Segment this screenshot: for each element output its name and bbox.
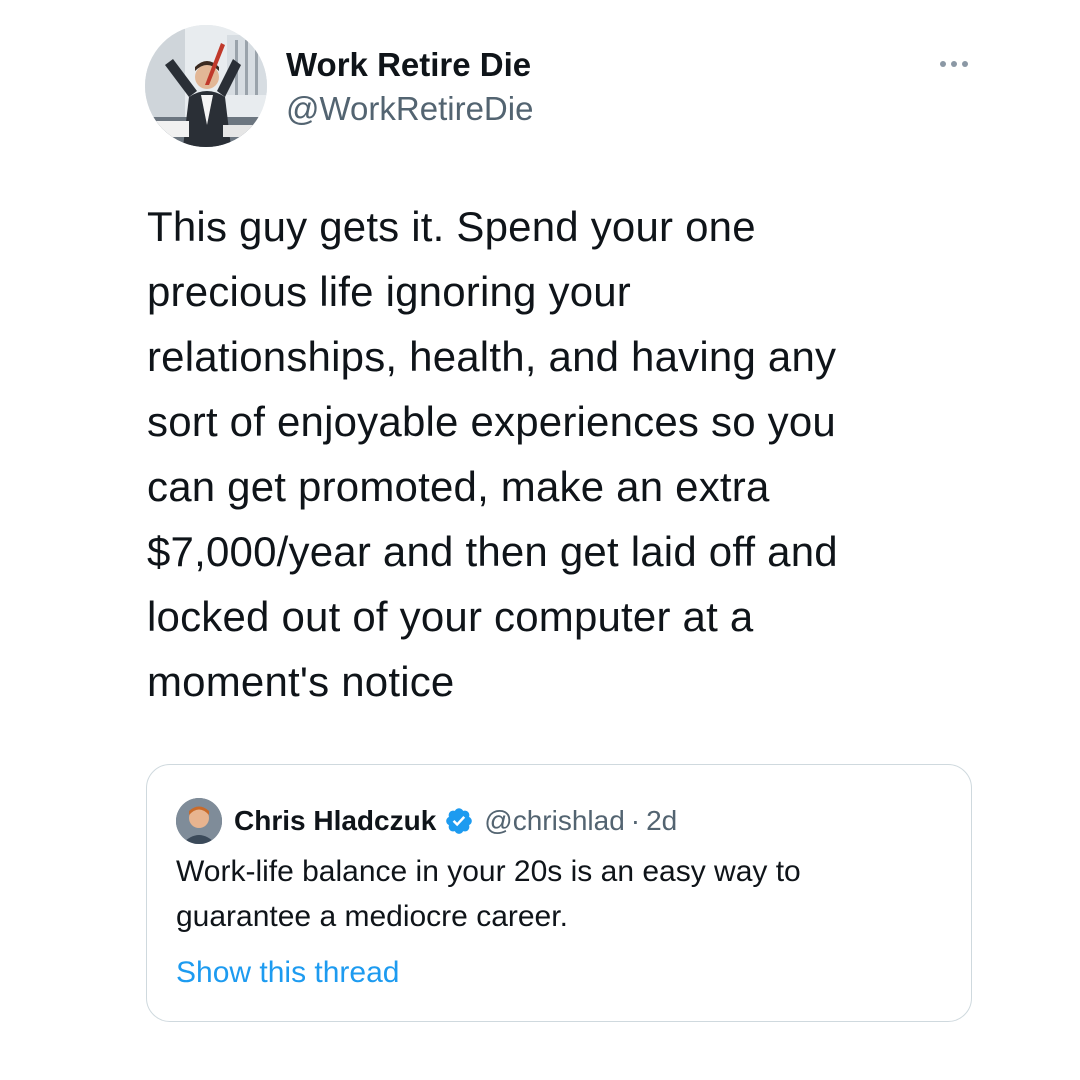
author-handle[interactable]: @WorkRetireDie	[286, 89, 533, 129]
tweet-text-line: $7,000/year and then get laid off and	[147, 528, 838, 575]
separator-dot: ·	[630, 805, 641, 836]
author-avatar[interactable]	[145, 25, 267, 147]
more-horizontal-icon	[940, 61, 946, 67]
quoted-author-avatar[interactable]	[176, 798, 222, 844]
tweet-text-line: precious life ignoring your	[147, 268, 631, 315]
tweet-text-line: can get promoted, make an extra	[147, 463, 770, 510]
more-horizontal-icon-dot	[962, 61, 968, 67]
show-this-thread-link[interactable]: Show this thread	[176, 953, 399, 993]
verified-badge-icon	[444, 806, 474, 836]
office-worker-avatar-icon	[145, 25, 267, 147]
tweet-text-line: This guy gets it. Spend your one	[147, 203, 756, 250]
quoted-tweet-card[interactable]: Chris Hladczuk @chrishlad · 2d Work-life…	[146, 764, 972, 1022]
more-horizontal-icon-dot	[951, 61, 957, 67]
quoted-author-name[interactable]: Chris Hladczuk	[234, 801, 436, 841]
person-avatar-icon	[176, 798, 222, 844]
quoted-tweet-timestamp[interactable]: 2d	[646, 801, 677, 841]
tweet-text-line: sort of enjoyable experiences so you	[147, 398, 836, 445]
more-options-button[interactable]	[926, 46, 982, 82]
quoted-tweet-header: Chris Hladczuk @chrishlad · 2d	[234, 801, 677, 841]
tweet-text-line: moment's notice	[147, 658, 455, 705]
quoted-tweet-text-line: Work-life balance in your 20s is an easy…	[176, 855, 801, 888]
tweet-card: Work Retire Die @WorkRetireDie This guy …	[0, 0, 1080, 1080]
author-display-name[interactable]: Work Retire Die	[286, 45, 531, 85]
quoted-tweet-text-line: guarantee a mediocre career.	[176, 900, 568, 933]
tweet-text: This guy gets it. Spend your one preciou…	[147, 194, 1027, 714]
tweet-text-line: relationships, health, and having any	[147, 333, 837, 380]
quoted-tweet-text: Work-life balance in your 20s is an easy…	[176, 849, 956, 939]
tweet-text-line: locked out of your computer at a	[147, 593, 754, 640]
quoted-author-handle[interactable]: @chrishlad	[484, 801, 624, 841]
